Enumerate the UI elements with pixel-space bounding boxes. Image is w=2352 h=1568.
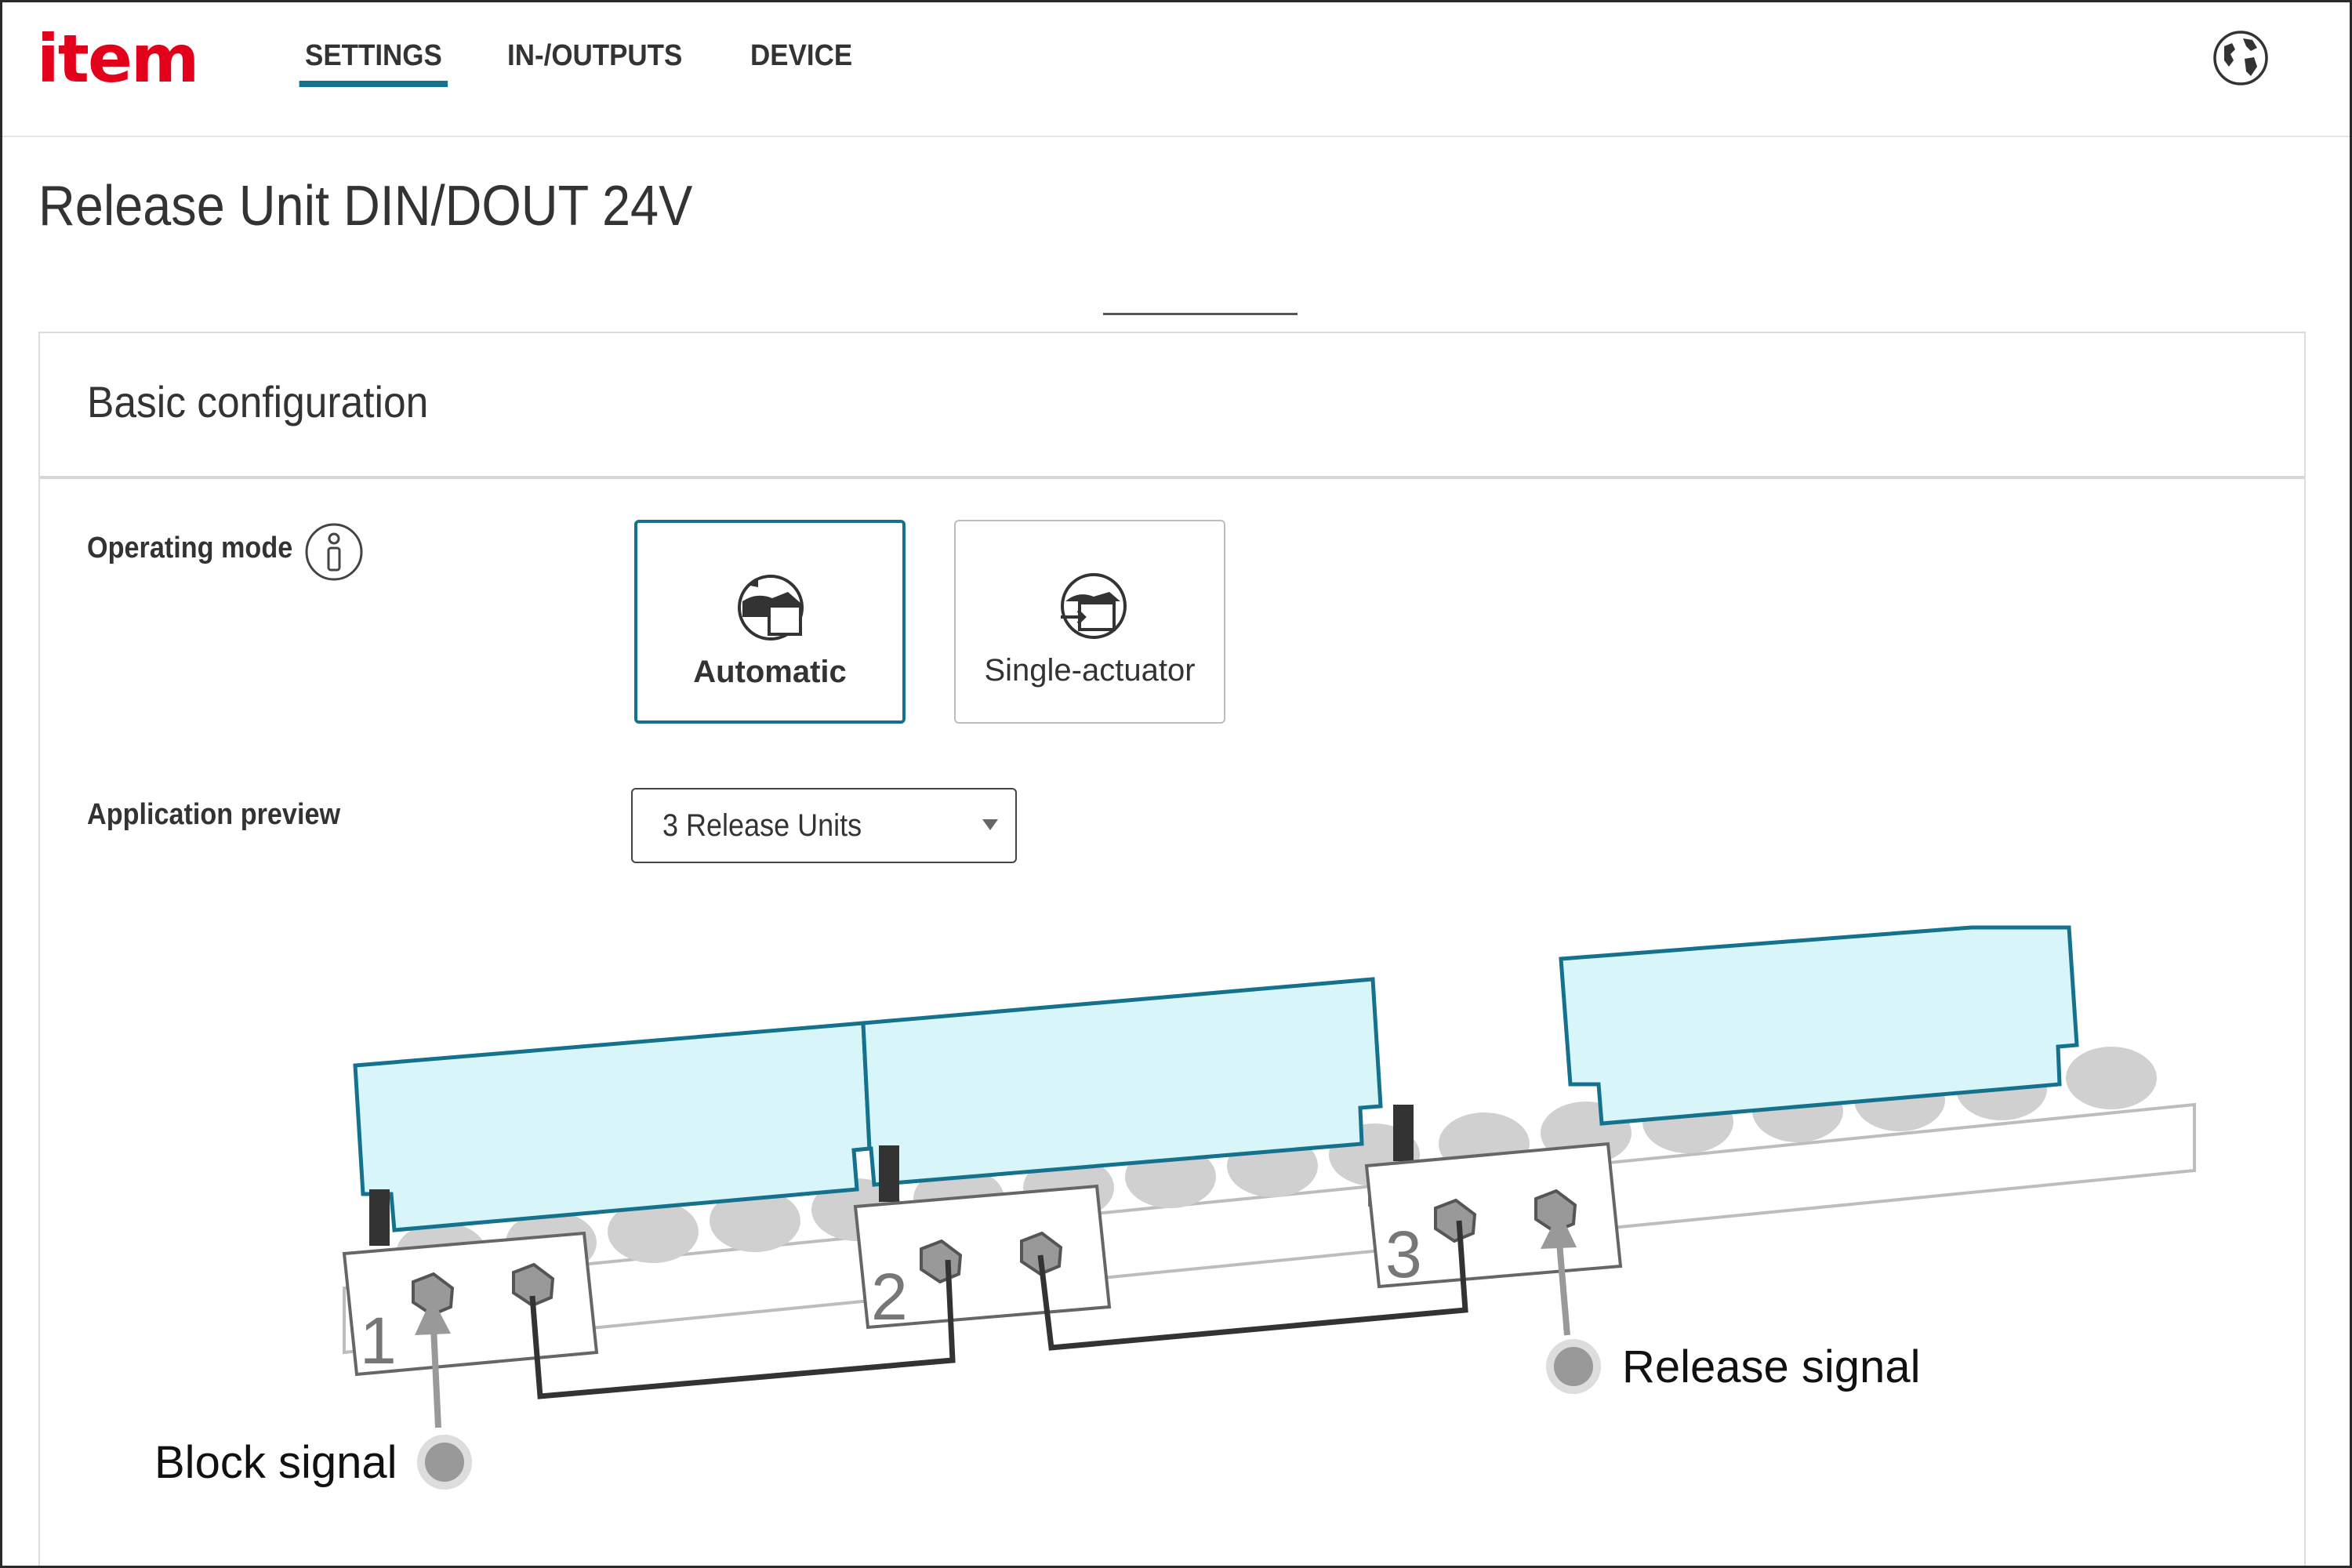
app-window: item SETTINGS IN-/OUTPUTS DEVICE Release…: [0, 0, 2352, 1568]
release-units-dropdown[interactable]: 3 Release Units: [631, 788, 1017, 863]
single-actuator-mode-button[interactable]: Single-actuator: [954, 520, 1225, 724]
release-units-dropdown-value: 3 Release Units: [662, 808, 862, 843]
application-preview-label: Application preview: [87, 798, 341, 831]
item-logo[interactable]: item: [37, 20, 199, 98]
chevron-down-icon: [982, 819, 998, 830]
tab-settings[interactable]: SETTINGS: [299, 34, 448, 89]
top-navigation-bar: item SETTINGS IN-/OUTPUTS DEVICE: [2, 2, 2350, 137]
info-icon[interactable]: [303, 521, 365, 583]
single-actuator-icon: [1061, 573, 1127, 639]
automatic-mode-button[interactable]: Automatic: [634, 520, 906, 724]
title-divider: [1103, 313, 1298, 315]
basic-configuration-card: Basic configuration Operating mode Autom…: [38, 332, 2306, 1566]
tab-in-outputs[interactable]: IN-/OUTPUTS: [507, 34, 682, 89]
automatic-mode-icon: [738, 575, 804, 641]
card-title: Basic configuration: [87, 377, 429, 426]
globe-icon[interactable]: [2212, 29, 2270, 87]
page-title: Release Unit DIN/DOUT 24V: [38, 175, 693, 238]
single-actuator-mode-label: Single-actuator: [984, 653, 1196, 688]
operating-mode-label: Operating mode: [87, 532, 293, 564]
card-header: Basic configuration: [40, 333, 2304, 479]
tab-device[interactable]: DEVICE: [750, 34, 852, 89]
automatic-mode-label: Automatic: [693, 655, 847, 689]
